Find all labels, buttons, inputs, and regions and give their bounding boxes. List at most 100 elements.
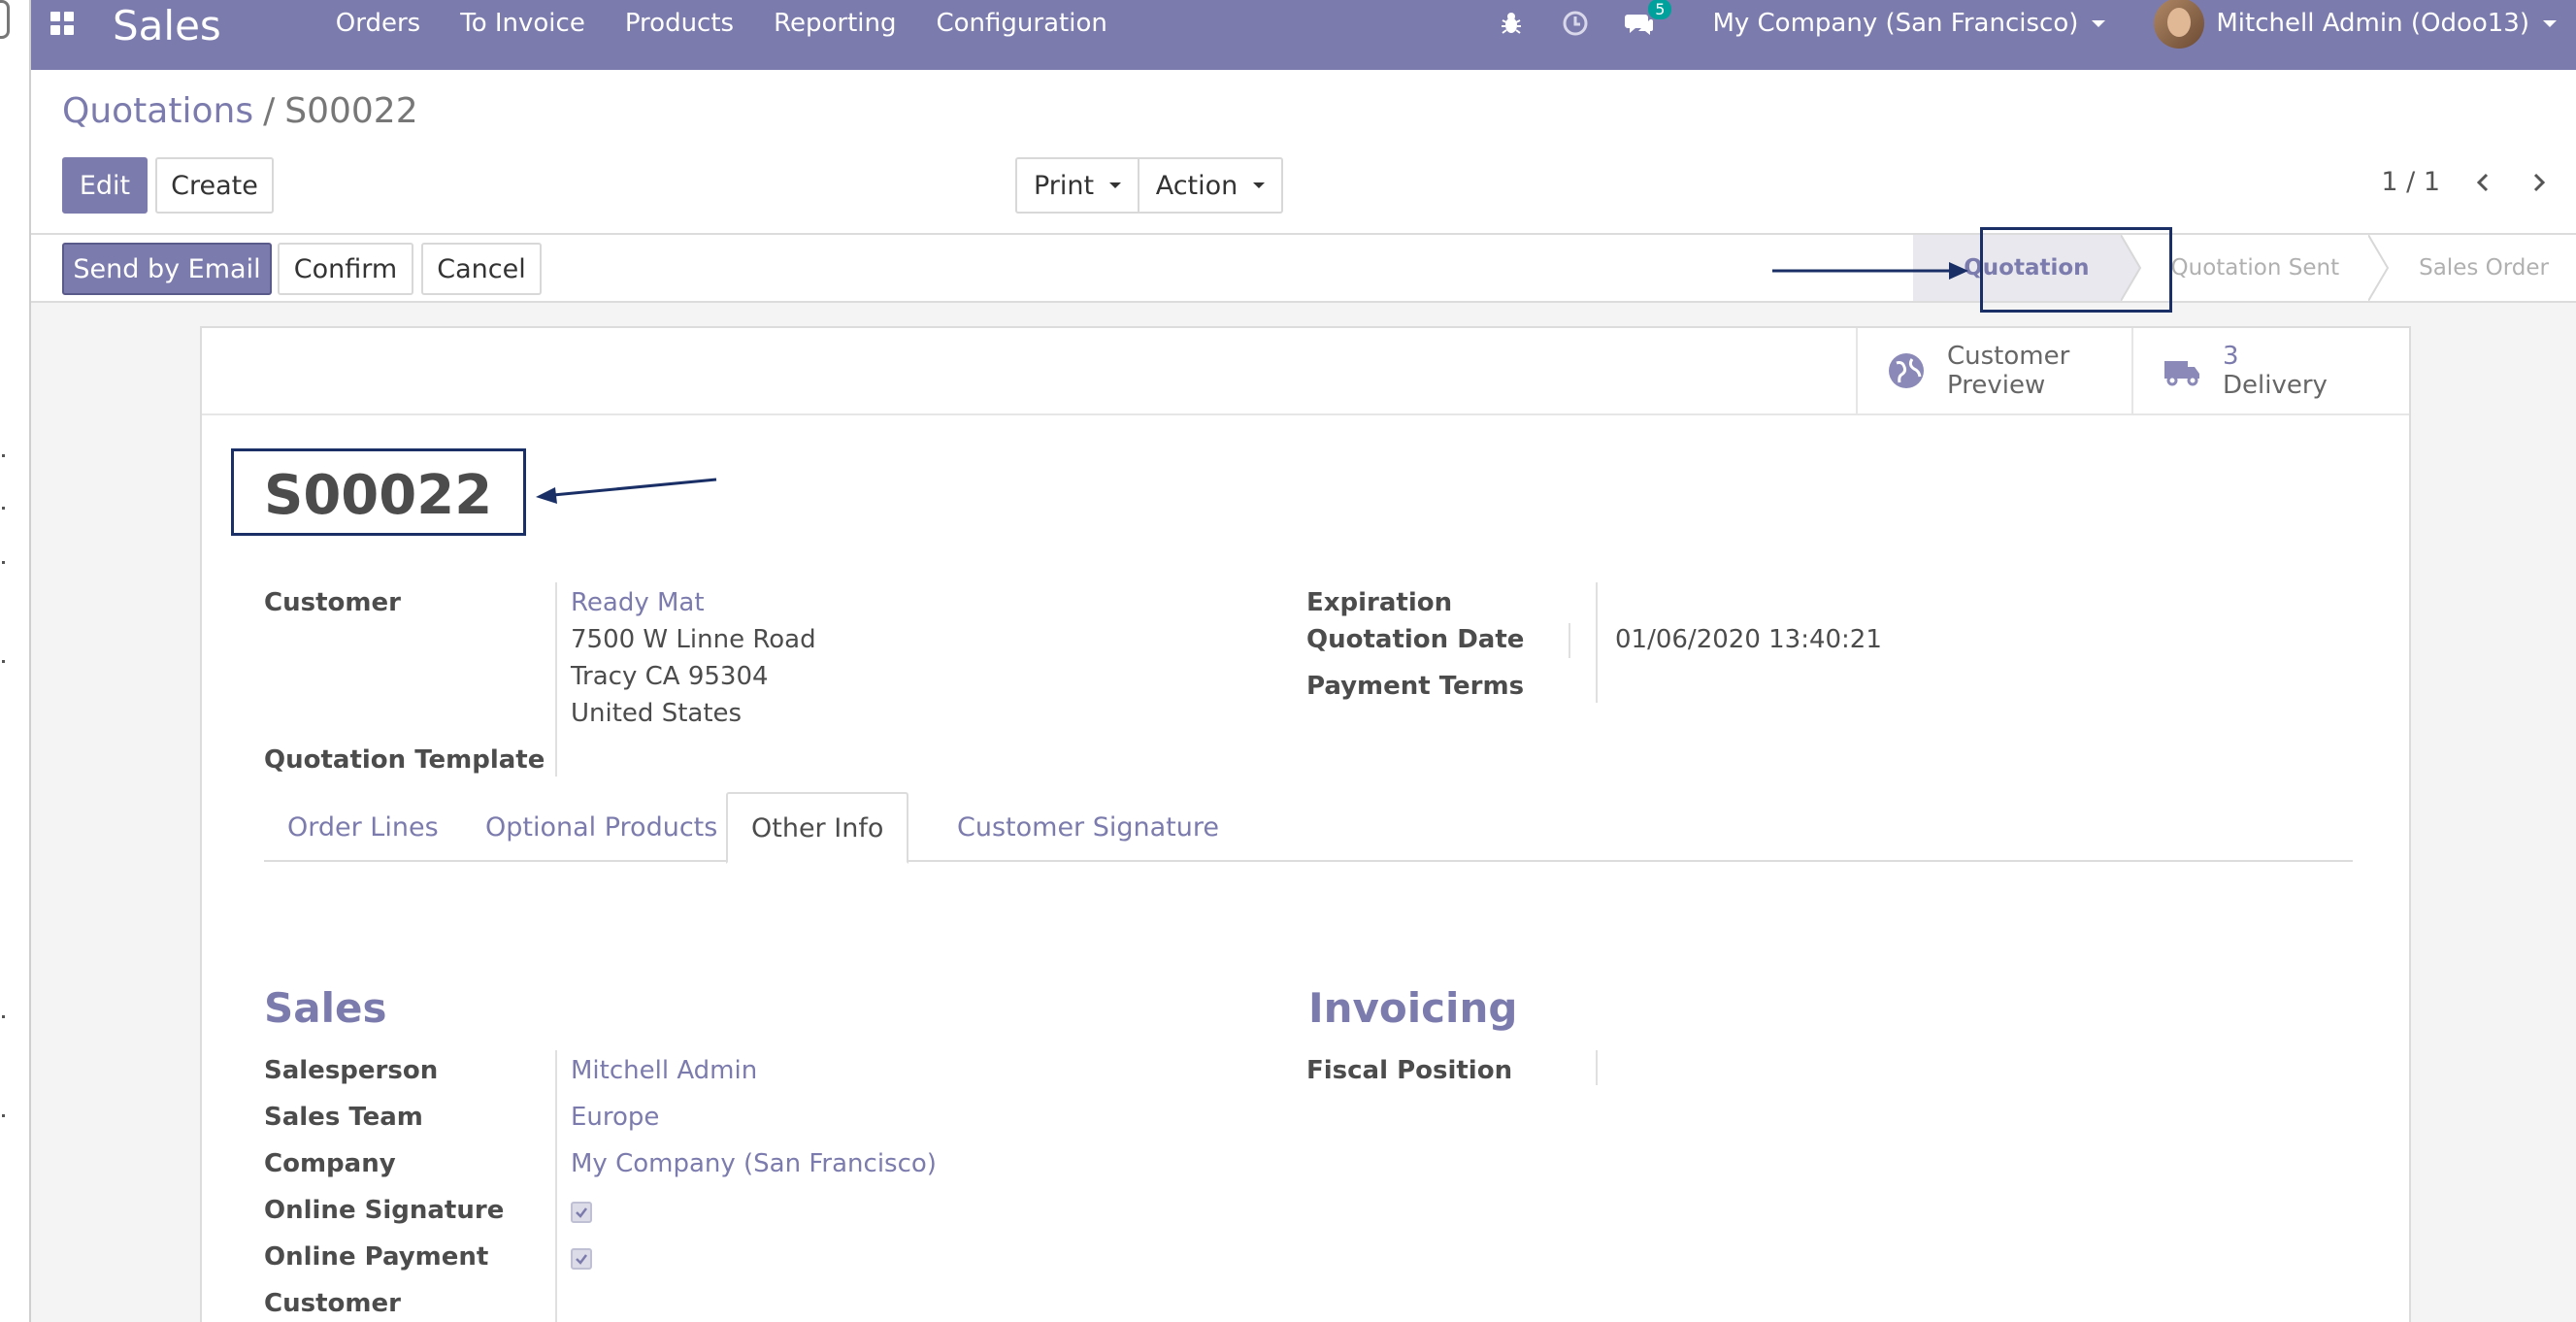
field-separator (1596, 582, 1598, 703)
action-label: Action (1155, 170, 1238, 201)
cancel-button[interactable]: Cancel (421, 243, 542, 295)
user-avatar[interactable] (2154, 0, 2205, 49)
status-bar: Send by Email Confirm Cancel Quotation Q… (31, 235, 2576, 303)
fiscal-position-label: Fiscal Position (1306, 1056, 1513, 1085)
salesperson-label: Salesperson (264, 1056, 439, 1085)
window-edge-handle (0, 0, 10, 39)
field-separator (1569, 623, 1570, 658)
online-signature-checkbox[interactable] (571, 1202, 592, 1223)
edge-dot (2, 454, 5, 457)
menu-to-invoice[interactable]: To Invoice (460, 9, 585, 38)
online-payment-checkbox[interactable] (571, 1248, 592, 1270)
company-link[interactable]: My Company (San Francisco) (571, 1149, 937, 1178)
truck-icon (2164, 361, 2199, 386)
pager-value: 1 / 1 (2381, 167, 2440, 197)
customer-address-line3: United States (571, 699, 743, 728)
control-panel: Quotations / S00022 Edit Create Print Acti… (31, 70, 2576, 235)
delivery-label: Delivery (2223, 371, 2328, 400)
tab-optional-products[interactable]: Optional Products (462, 792, 741, 862)
chevron-left-icon (2476, 173, 2489, 191)
annotation-highlight-box (1980, 227, 2172, 313)
customer-preview-button[interactable]: Customer Preview (1858, 328, 2133, 413)
edge-dot (2, 507, 5, 510)
bug-icon[interactable] (1497, 9, 1526, 38)
preview-line1: Customer (1947, 342, 2070, 371)
activity-clock-icon[interactable] (1561, 9, 1590, 38)
online-signature-label: Online Signature (264, 1196, 505, 1225)
expiration-label: Expiration (1306, 588, 1453, 617)
tab-customer-signature[interactable]: Customer Signature (934, 792, 1242, 862)
quotation-date-label: Quotation Date (1306, 625, 1525, 654)
notebook-tabs: Order Lines Optional Products Other Info… (264, 792, 2353, 864)
action-dropdown[interactable]: Action (1138, 157, 1283, 214)
apps-grid-icon[interactable] (50, 12, 74, 35)
send-by-email-button[interactable]: Send by Email (62, 243, 272, 295)
company-name: My Company (San Francisco) (1712, 9, 2079, 38)
check-icon (576, 1207, 587, 1218)
chevron-down-icon (1109, 182, 1122, 188)
customer-address-line1: 7500 W Linne Road (571, 625, 816, 654)
messages-icon[interactable]: 5 (1625, 0, 1672, 38)
user-menu[interactable]: Mitchell Admin (Odoo13) (2216, 9, 2557, 38)
chevron-down-icon (2092, 20, 2106, 27)
chevron-right-icon (2533, 173, 2546, 191)
check-icon (576, 1254, 587, 1265)
sales-team-link[interactable]: Europe (571, 1103, 659, 1132)
create-button[interactable]: Create (155, 157, 274, 214)
preview-line2: Preview (1947, 371, 2046, 400)
annotation-highlight-box (231, 448, 526, 536)
breadcrumb-current: S00022 (284, 91, 418, 131)
next-record-button[interactable] (2527, 172, 2549, 193)
quotation-date-value[interactable]: 01/06/2020 13:40:21 (1615, 625, 1882, 654)
tab-order-lines[interactable]: Order Lines (264, 792, 462, 862)
customer-link[interactable]: Ready Mat (571, 588, 705, 617)
divider (202, 413, 2409, 415)
breadcrumb-quotations-link[interactable]: Quotations (62, 91, 253, 131)
company-switcher[interactable]: My Company (San Francisco) (1712, 9, 2106, 38)
customer-address-line2: Tracy CA 95304 (571, 662, 769, 691)
field-separator (555, 582, 557, 777)
print-dropdown[interactable]: Print (1015, 157, 1139, 214)
customer-label: Customer (264, 588, 401, 617)
field-separator (555, 1050, 557, 1322)
globe-icon (1889, 353, 1924, 388)
stage-quotation-sent[interactable]: Quotation Sent (2142, 235, 2369, 301)
sales-section-title: Sales (264, 984, 387, 1032)
chevron-down-icon (2543, 20, 2557, 27)
menu-orders[interactable]: Orders (336, 9, 420, 38)
customer-ref-label: Customer (264, 1289, 401, 1318)
previous-record-button[interactable] (2473, 172, 2494, 193)
stage-divider (2368, 235, 2390, 301)
tab-other-info[interactable]: Other Info (726, 792, 909, 864)
menu-configuration[interactable]: Configuration (937, 9, 1107, 38)
edit-button[interactable]: Edit (62, 157, 148, 214)
company-label: Company (264, 1149, 396, 1178)
edge-dot (2, 1114, 5, 1117)
salesperson-link[interactable]: Mitchell Admin (571, 1056, 757, 1085)
form-sheet: Customer Preview 3 Delivery S00022 Custome… (200, 326, 2411, 1322)
stage-sales-order[interactable]: Sales Order (2390, 235, 2576, 301)
menu-reporting[interactable]: Reporting (774, 9, 896, 38)
delivery-count: 3 (2223, 342, 2239, 371)
window-edge (0, 0, 31, 1322)
app-title: Sales (113, 1, 221, 50)
main-menu: Orders To Invoice Products Reporting Con… (336, 9, 1147, 38)
breadcrumb-separator: / (263, 91, 276, 131)
edge-dot (2, 561, 5, 564)
user-name: Mitchell Admin (Odoo13) (2216, 9, 2529, 38)
chevron-down-icon (1253, 182, 1266, 188)
sales-team-label: Sales Team (264, 1103, 423, 1132)
main-navbar: Sales Orders To Invoice Products Reporti… (31, 0, 2576, 70)
payment-terms-label: Payment Terms (1306, 672, 1525, 701)
invoicing-section-title: Invoicing (1308, 984, 1518, 1032)
messages-count-badge: 5 (1648, 0, 1672, 19)
edge-dot (2, 1015, 5, 1018)
breadcrumb: Quotations / S00022 (62, 91, 418, 131)
smart-button-box: Customer Preview 3 Delivery (1856, 328, 2409, 413)
confirm-button[interactable]: Confirm (278, 243, 413, 295)
delivery-button[interactable]: 3 Delivery (2133, 328, 2409, 413)
edge-dot (2, 660, 5, 663)
print-label: Print (1033, 170, 1095, 201)
quotation-template-label: Quotation Template (264, 745, 545, 775)
menu-products[interactable]: Products (625, 9, 734, 38)
